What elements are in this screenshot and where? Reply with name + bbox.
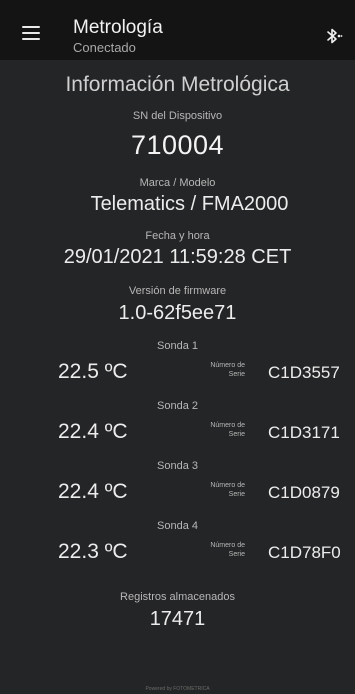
page-heading: Información Metrológica xyxy=(65,73,290,96)
probe-temperature: 22.4 ºC xyxy=(58,420,128,443)
datetime-value: 29/01/2021 11:59:28 CET xyxy=(63,246,292,268)
hamburger-menu-icon[interactable] xyxy=(22,26,40,40)
model-value: Telematics / FMA2000 xyxy=(90,193,289,215)
app-bar: Metrología Conectado xyxy=(0,0,355,60)
probe-temperature: 22.4 ºC xyxy=(58,480,128,503)
records-value: 17471 xyxy=(149,608,206,630)
probe-label: Sonda 3 xyxy=(157,460,198,472)
model-label: Marca / Modelo xyxy=(139,177,216,189)
device-serial-label: SN del Dispositivo xyxy=(132,110,223,122)
probe-label: Sonda 1 xyxy=(157,340,198,352)
probe-serial-label: Número de Serie xyxy=(210,482,245,498)
probe-serial-number: C1D3171 xyxy=(268,423,340,442)
probe-label: Sonda 4 xyxy=(157,520,198,532)
probe-serial-number: C1D3557 xyxy=(268,363,340,382)
probe-temperature: 22.3 ºC xyxy=(58,540,128,563)
firmware-value: 1.0-62f5ee71 xyxy=(118,302,237,324)
device-serial-value: 710004 xyxy=(130,130,225,160)
probe-temperature: 22.5 ºC xyxy=(58,360,128,383)
footer-credit: Powered by FOTOMETRICA xyxy=(145,686,210,692)
app-title: Metrología xyxy=(73,17,163,38)
firmware-label: Versión de firmware xyxy=(128,285,227,297)
records-label: Registros almacenados xyxy=(120,591,235,603)
probe-label: Sonda 2 xyxy=(157,400,198,412)
probe-serial-number: C1D78F0 xyxy=(268,543,341,562)
probe-serial-label: Número de Serie xyxy=(210,542,245,558)
datetime-label: Fecha y hora xyxy=(145,230,210,242)
probe-serial-label: Número de Serie xyxy=(210,422,245,438)
connection-status: Conectado xyxy=(73,40,136,55)
probe-serial-number: C1D0879 xyxy=(268,483,340,502)
probe-serial-label: Número de Serie xyxy=(210,362,245,378)
bluetooth-icon[interactable] xyxy=(325,27,343,45)
